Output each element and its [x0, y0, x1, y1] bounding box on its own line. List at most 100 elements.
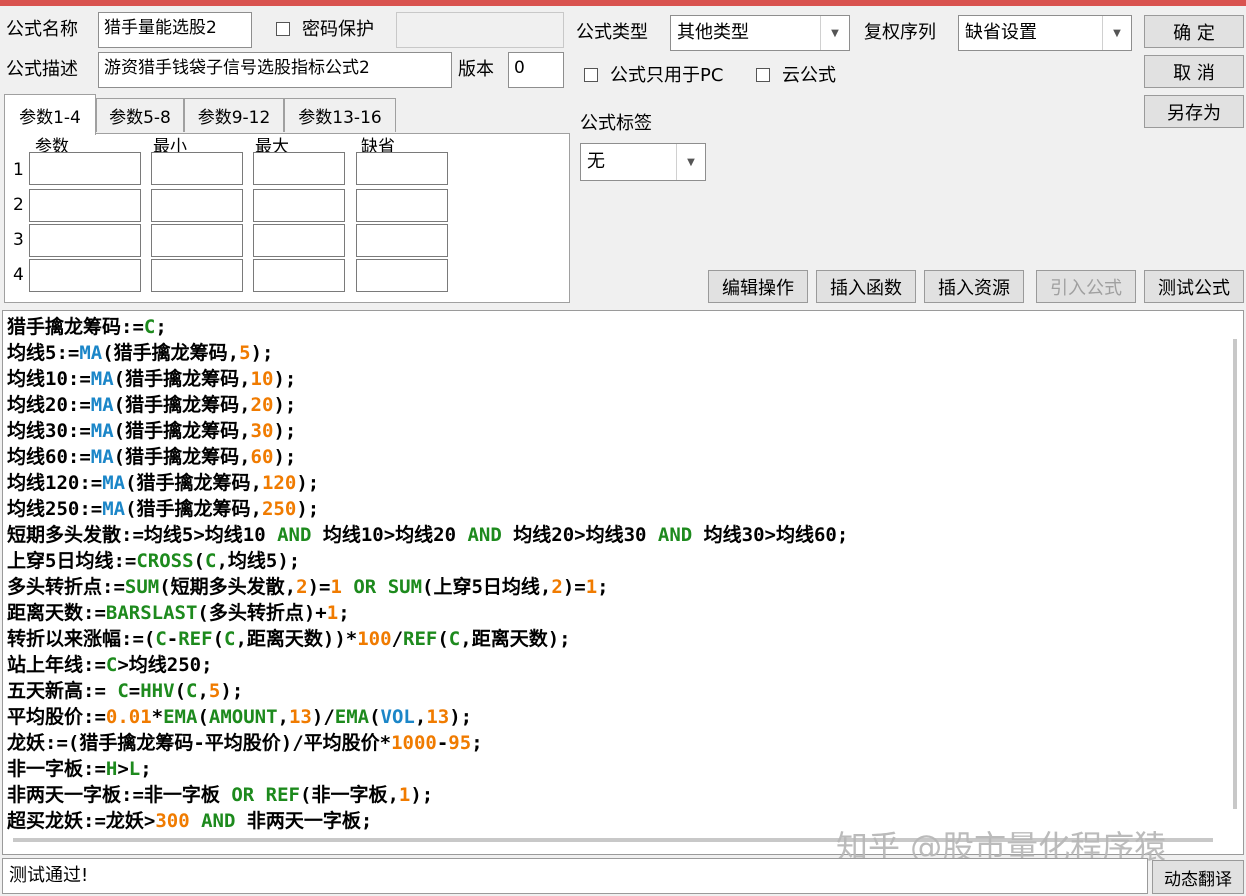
code-token: C [155, 628, 167, 650]
code-token: MA [90, 446, 114, 468]
code-line: 平均股价:=0.01*EMA(AMOUNT,13)/EMA(VOL,13); [7, 704, 1217, 730]
code-token: OR [231, 784, 255, 806]
cloud-formula-checkbox[interactable] [756, 68, 770, 82]
param-max-input[interactable] [253, 224, 345, 257]
code-token: 均线20>均线30 [501, 524, 658, 546]
code-token: 均线10:= [7, 368, 91, 390]
param-name-input[interactable] [29, 189, 141, 222]
tab-params-13-16[interactable]: 参数13-16 [284, 98, 396, 132]
param-min-input[interactable] [151, 189, 243, 222]
save-as-button[interactable]: 另存为 [1144, 95, 1244, 128]
code-token: 非两天一字板:=非一字板 [7, 784, 232, 806]
code-token: EMA [163, 706, 198, 728]
code-token: 猎手擒龙筹码:= [7, 316, 144, 338]
code-token: - [436, 732, 449, 754]
code-line: 上穿5日均线:=CROSS(C,均线5); [7, 548, 1217, 574]
code-token: VOL [380, 706, 415, 728]
code-token: (猎手擒龙筹码, [113, 368, 251, 390]
code-token: 均线120:= [7, 472, 103, 494]
formula-tag-select[interactable]: 无 ▼ [580, 143, 706, 181]
code-token: ); [273, 368, 297, 390]
code-token: H [105, 758, 118, 780]
code-token: AND [657, 524, 693, 546]
code-token: 5 [208, 680, 221, 702]
dynamic-translate-button[interactable]: 动态翻译 [1152, 860, 1244, 894]
code-token: ); [410, 784, 434, 806]
pc-only-checkbox[interactable] [584, 68, 598, 82]
code-editor[interactable]: 猎手擒龙筹码:=C; 均线5:=MA(猎手擒龙筹码,5); 均线10:=MA(猎手擒… [2, 310, 1244, 855]
code-token: (非一字板, [300, 784, 399, 806]
formula-name-input[interactable]: 猎手量能选股2 [98, 12, 252, 48]
code-token: C [204, 550, 217, 572]
fq-series-select[interactable]: 缺省设置 ▼ [958, 15, 1132, 51]
param-name-input[interactable] [29, 259, 141, 292]
test-formula-button[interactable]: 测试公式 [1144, 270, 1244, 303]
code-token: 0.01 [105, 706, 152, 728]
param-max-input[interactable] [253, 152, 345, 185]
tab-params-9-12[interactable]: 参数9-12 [184, 98, 284, 132]
tab-params-1-4[interactable]: 参数1-4 [4, 94, 96, 135]
code-token: C [117, 680, 129, 702]
code-token: REF [403, 628, 438, 650]
code-token: SUM [387, 576, 423, 598]
cancel-button[interactable]: 取 消 [1144, 55, 1244, 88]
code-token: 均线30>均线60; [692, 524, 849, 546]
code-token: * [151, 706, 164, 728]
code-token: MA [90, 368, 114, 390]
fq-series-value: 缺省设置 [965, 22, 1037, 43]
code-token: CROSS [136, 550, 194, 572]
tab-params-5-8[interactable]: 参数5-8 [96, 98, 184, 132]
edit-ops-button[interactable]: 编辑操作 [708, 270, 808, 303]
code-token: 非两天一字板; [235, 810, 373, 832]
code-token: > [117, 758, 129, 780]
code-token: 120 [261, 472, 297, 494]
code-token: 多头转折点:= [7, 576, 125, 598]
formula-name-label: 公式名称 [6, 19, 78, 40]
ok-button[interactable]: 确 定 [1144, 15, 1244, 48]
code-line: 多头转折点:=SUM(短期多头发散,2)=1 OR SUM(上穿5日均线,2)=… [7, 574, 1217, 600]
code-token: C [448, 628, 461, 650]
insert-function-button[interactable]: 插入函数 [816, 270, 916, 303]
param-row-index: 4 [13, 265, 24, 285]
code-token: 10 [250, 368, 274, 390]
version-input[interactable]: 0 [508, 52, 564, 88]
code-token: MA [102, 472, 126, 494]
param-max-input[interactable] [253, 189, 345, 222]
code-token: 距离天数:= [7, 602, 106, 624]
code-token: SUM [124, 576, 160, 598]
param-name-input[interactable] [29, 152, 141, 185]
param-min-input[interactable] [151, 224, 243, 257]
params-panel: 参数 最小 最大 缺省 1 2 3 4 [4, 133, 570, 303]
code-token: 1 [398, 784, 411, 806]
param-default-input[interactable] [356, 224, 448, 257]
code-token: (猎手擒龙筹码, [113, 446, 251, 468]
insert-resource-button[interactable]: 插入资源 [924, 270, 1024, 303]
formula-desc-input[interactable]: 游资猎手钱袋子信号选股指标公式2 [98, 52, 452, 88]
code-token: ); [273, 446, 297, 468]
cloud-formula-label: 云公式 [782, 65, 836, 86]
param-max-input[interactable] [253, 259, 345, 292]
password-input[interactable] [396, 12, 564, 48]
code-token: ( [174, 680, 187, 702]
password-protect-label: 密码保护 [302, 19, 374, 40]
vertical-scrollbar[interactable] [1233, 339, 1237, 809]
param-min-input[interactable] [151, 152, 243, 185]
code-token: MA [90, 420, 114, 442]
import-formula-button[interactable]: 引入公式 [1036, 270, 1136, 303]
param-default-input[interactable] [356, 152, 448, 185]
code-line: 短期多头发散:=均线5>均线10 AND 均线10>均线20 AND 均线20>… [7, 522, 1217, 548]
param-min-input[interactable] [151, 259, 243, 292]
param-default-input[interactable] [356, 259, 448, 292]
code-token: C [224, 628, 236, 650]
code-token: ,距离天数); [460, 628, 571, 650]
formula-type-select[interactable]: 其他类型 ▼ [670, 15, 850, 51]
code-token: ( [197, 706, 209, 728]
code-line: 转折以来涨幅:=(C-REF(C,距离天数))*100/REF(C,距离天数); [7, 626, 1217, 652]
code-token: = [128, 680, 141, 702]
code-token: 均线20:= [7, 394, 91, 416]
param-name-input[interactable] [29, 224, 141, 257]
password-protect-checkbox[interactable] [276, 22, 290, 36]
code-token: ( [437, 628, 449, 650]
code-token: , [197, 680, 209, 702]
param-default-input[interactable] [356, 189, 448, 222]
